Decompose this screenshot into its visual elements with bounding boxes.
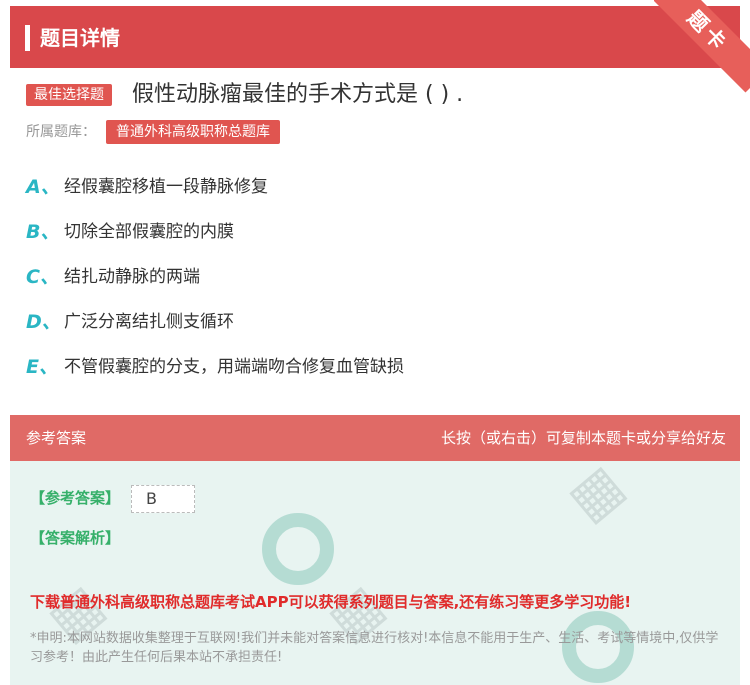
options-list: A、 经假囊腔移植一段静脉修复 B、 切除全部假囊腔的内膜 C、 结扎动静脉的两… [26,172,726,397]
option-letter: B、 [26,221,60,243]
page-title: 题目详情 [40,26,120,50]
option-text: 广泛分离结扎侧支循环 [64,312,234,332]
download-app-link[interactable]: 下载普通外科高级职称总题库考试APP可以获得系列题目与答案,还有练习等更多学习功… [30,591,631,613]
question-type-badge: 最佳选择题 [26,84,112,106]
question-text: 假性动脉瘤最佳的手术方式是 ( ) . [132,82,464,107]
question-row: 最佳选择题 假性动脉瘤最佳的手术方式是 ( ) . [26,80,726,112]
ribbon-label: 题卡 [654,0,750,93]
option-letter: D、 [26,311,61,333]
option-text: 切除全部假囊腔的内膜 [64,222,234,242]
disclaimer-text: *申明:本网站数据收集整理于互联网!我们并未能对答案信息进行核对!本信息不能用于… [30,631,719,665]
watermark-logo-icon [262,513,334,585]
option-a[interactable]: A、 经假囊腔移植一段静脉修复 [26,172,726,217]
question-bank-label: 所属题库： [26,124,96,140]
option-letter: A、 [26,176,60,198]
option-letter: C、 [26,266,59,288]
option-d[interactable]: D、 广泛分离结扎侧支循环 [26,307,726,352]
answer-header-title: 参考答案 [26,429,87,447]
header-accent-bar [25,25,30,51]
watermark-glyph-icon: ▦ [555,461,636,534]
option-c[interactable]: C、 结扎动静脉的两端 [26,262,726,307]
answer-value[interactable]: B [131,485,195,513]
question-bank-link[interactable]: 普通外科高级职称总题库 [106,120,280,144]
option-text: 经假囊腔移植一段静脉修复 [64,177,268,197]
option-text: 不管假囊腔的分支，用端端吻合修复血管缺损 [64,357,404,377]
answer-panel: ▦ ▦ ▦ 【参考答案】 B 【答案解析】 下载普通外科高级职称总题库考试APP… [10,461,740,685]
answer-label: 【参考答案】 [30,489,121,507]
option-b[interactable]: B、 切除全部假囊腔的内膜 [26,217,726,262]
analysis-label: 【答案解析】 [30,529,121,547]
header-bar: 题目详情 [10,6,740,68]
answer-header: 参考答案 长按（或右击）可复制本题卡或分享给好友 [10,415,740,461]
option-letter: E、 [26,356,58,378]
option-e[interactable]: E、 不管假囊腔的分支，用端端吻合修复血管缺损 [26,352,726,397]
share-hint: 长按（或右击）可复制本题卡或分享给好友 [440,429,726,447]
option-text: 结扎动静脉的两端 [64,267,200,287]
